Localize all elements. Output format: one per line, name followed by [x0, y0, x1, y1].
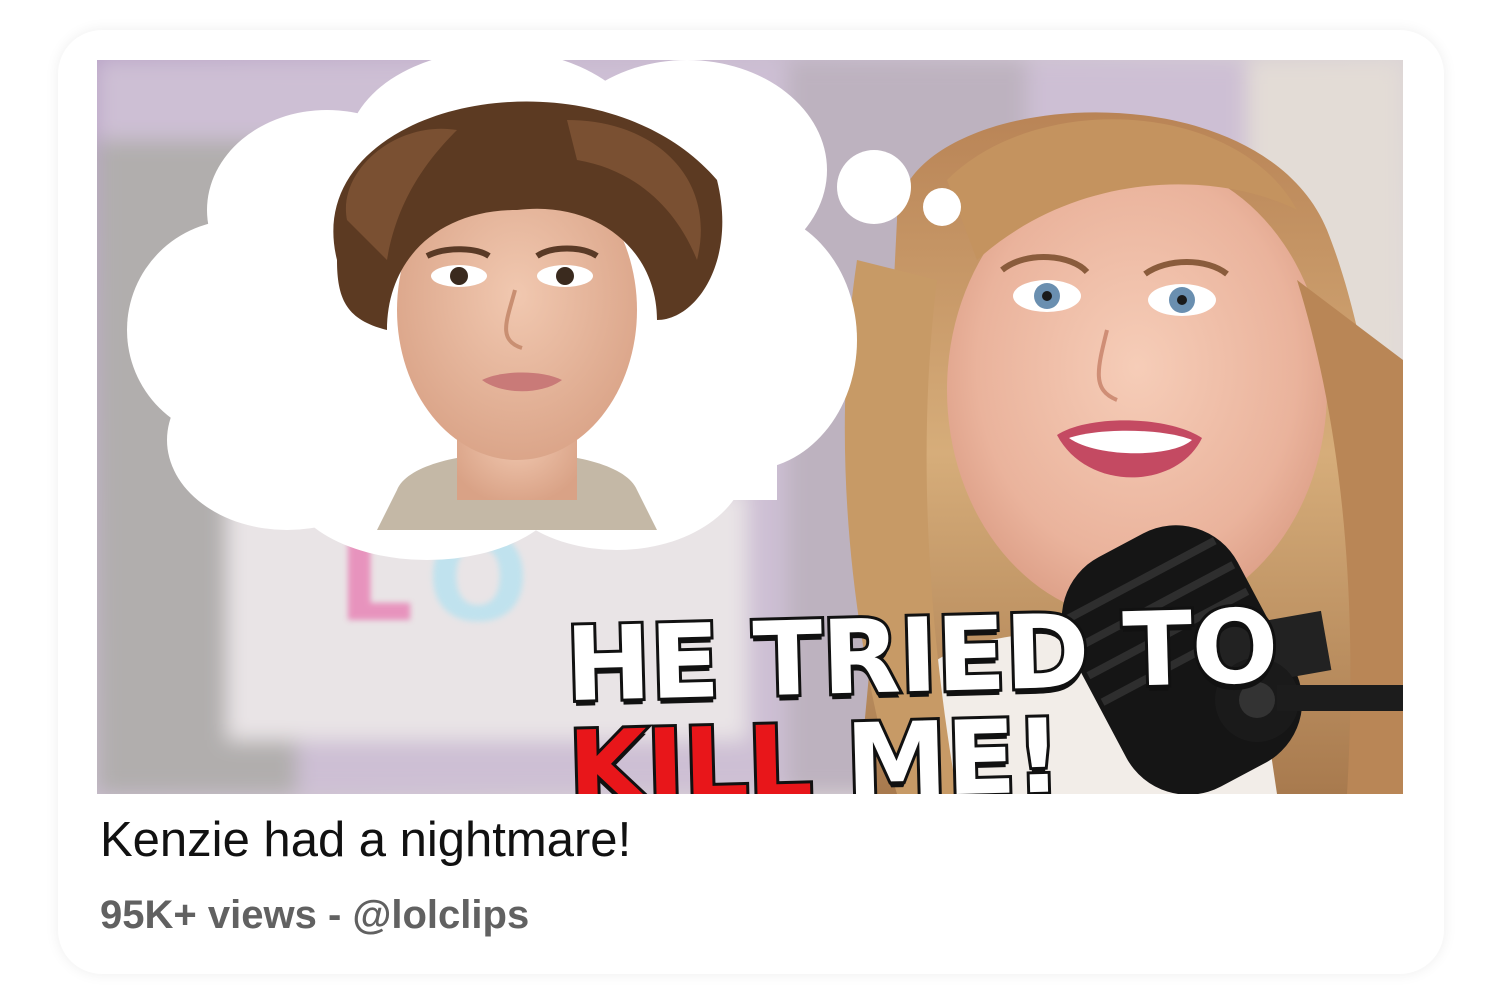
- headline-emphasis: KILL: [564, 701, 816, 794]
- meta-separator: -: [316, 893, 353, 937]
- thumbnail-headline: HE TRIED TO KILL ME!: [561, 585, 1282, 794]
- headline-rest: ME!: [809, 694, 1065, 794]
- headline-line-1: HE TRIED TO: [561, 585, 1282, 729]
- view-count: 95K+ views: [100, 893, 317, 937]
- headline-line-2: KILL ME!: [564, 694, 1269, 794]
- video-title[interactable]: Kenzie had a nightmare!: [100, 812, 631, 868]
- channel-handle[interactable]: @lolclips: [352, 893, 529, 937]
- video-thumbnail[interactable]: L O HE TRIED TO KILL ME!: [97, 60, 1403, 794]
- video-meta: 95K+ views - @lolclips: [100, 893, 529, 938]
